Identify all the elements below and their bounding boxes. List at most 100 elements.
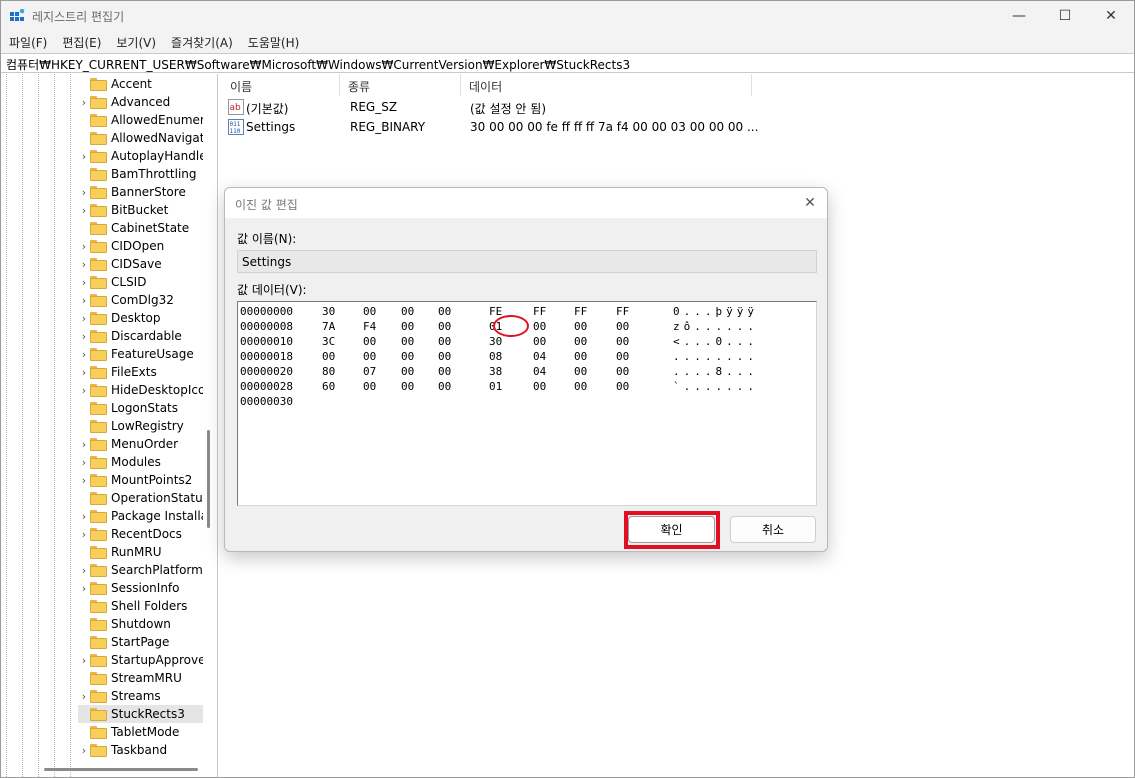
hex-byte[interactable]: 00 bbox=[533, 320, 546, 333]
chevron-right-icon[interactable]: › bbox=[78, 327, 90, 345]
hex-byte[interactable]: 00 bbox=[574, 335, 587, 348]
hex-byte[interactable]: 01 bbox=[489, 380, 502, 393]
hex-byte[interactable]: 08 bbox=[489, 350, 502, 363]
title-bar[interactable]: 레지스트리 편집기 — ☐ ✕ bbox=[1, 1, 1134, 31]
menu-help[interactable]: 도움말(H) bbox=[240, 31, 300, 53]
tree-item[interactable]: › AutoplayHandlers bbox=[78, 147, 203, 165]
hex-byte[interactable]: 00 bbox=[616, 350, 629, 363]
tree-item[interactable]: › RecentDocs bbox=[78, 525, 203, 543]
hex-byte[interactable]: 00 bbox=[616, 335, 629, 348]
chevron-right-icon[interactable]: › bbox=[78, 435, 90, 453]
chevron-right-icon[interactable]: › bbox=[78, 345, 90, 363]
tree-item[interactable]: › Modules bbox=[78, 453, 203, 471]
hex-byte[interactable]: 00 bbox=[401, 305, 414, 318]
tree-item[interactable]: StreamMRU bbox=[78, 669, 203, 687]
tree-item[interactable]: LowRegistry bbox=[78, 417, 203, 435]
column-header-data[interactable]: 데이터 bbox=[461, 74, 752, 96]
tree-item[interactable]: › Package Installation bbox=[78, 507, 203, 525]
tree-vertical-scrollbar[interactable] bbox=[207, 430, 210, 528]
tree-item[interactable]: StuckRects3 bbox=[78, 705, 203, 723]
hex-byte[interactable]: 00 bbox=[363, 305, 376, 318]
maximize-button[interactable]: ☐ bbox=[1042, 1, 1088, 31]
hex-byte[interactable]: 30 bbox=[322, 305, 335, 318]
tree-item[interactable]: › Desktop bbox=[78, 309, 203, 327]
tree-item[interactable]: › BitBucket bbox=[78, 201, 203, 219]
list-row-default[interactable]: ab (기본값) REG_SZ (값 설정 안 됨) bbox=[222, 98, 1134, 118]
tree-item[interactable]: › Taskband bbox=[78, 741, 203, 759]
menu-view[interactable]: 보기(V) bbox=[108, 31, 156, 53]
chevron-right-icon[interactable]: › bbox=[78, 201, 90, 219]
chevron-right-icon[interactable]: › bbox=[78, 687, 90, 705]
hex-byte[interactable]: FF bbox=[533, 305, 546, 318]
chevron-right-icon[interactable]: › bbox=[78, 561, 90, 579]
hex-byte[interactable]: 00 bbox=[438, 350, 451, 363]
hex-byte[interactable]: 00 bbox=[322, 350, 335, 363]
hex-byte[interactable]: 00 bbox=[574, 365, 587, 378]
hex-byte[interactable]: 00 bbox=[363, 350, 376, 363]
tree-item[interactable]: › MountPoints2 bbox=[78, 471, 203, 489]
hex-byte[interactable]: 00 bbox=[438, 380, 451, 393]
hex-byte[interactable]: 00 bbox=[574, 320, 587, 333]
hex-editor[interactable]: 00000000 30 00 00 00 FE FF FF FF 0...þÿÿÿ 00000008… bbox=[237, 301, 817, 506]
chevron-right-icon[interactable]: › bbox=[78, 237, 90, 255]
hex-byte[interactable]: 80 bbox=[322, 365, 335, 378]
hex-byte[interactable]: 00 bbox=[574, 380, 587, 393]
tree-item[interactable]: › HideDesktopIcons bbox=[78, 381, 203, 399]
hex-byte[interactable]: 60 bbox=[322, 380, 335, 393]
list-row-settings[interactable]: 011 110 Settings REG_BINARY 30 00 00 00 … bbox=[222, 118, 1134, 138]
tree-item[interactable]: Shell Folders bbox=[78, 597, 203, 615]
minimize-button[interactable]: — bbox=[996, 1, 1042, 31]
tree-item[interactable]: AllowedNavigation bbox=[78, 129, 203, 147]
hex-byte[interactable]: 00 bbox=[616, 320, 629, 333]
tree-item[interactable]: › ComDlg32 bbox=[78, 291, 203, 309]
tree-item[interactable]: › Streams bbox=[78, 687, 203, 705]
hex-byte[interactable]: 04 bbox=[533, 365, 546, 378]
chevron-right-icon[interactable]: › bbox=[78, 471, 90, 489]
key-tree-pane[interactable]: Accent › Advanced AllowedEnumeration Allowed… bbox=[1, 74, 218, 777]
hex-byte[interactable]: 00 bbox=[401, 380, 414, 393]
cancel-button[interactable]: 취소 bbox=[730, 516, 816, 543]
hex-byte[interactable]: F4 bbox=[363, 320, 376, 333]
close-button[interactable]: ✕ bbox=[1088, 1, 1134, 31]
tree-item[interactable]: AllowedEnumeration bbox=[78, 111, 203, 129]
chevron-right-icon[interactable]: › bbox=[78, 453, 90, 471]
tree-item[interactable]: StartPage bbox=[78, 633, 203, 651]
tree-item[interactable]: › FeatureUsage bbox=[78, 345, 203, 363]
chevron-right-icon[interactable]: › bbox=[78, 291, 90, 309]
dialog-title-bar[interactable]: 이진 값 편집 ✕ bbox=[225, 188, 827, 218]
hex-byte[interactable]: 07 bbox=[363, 365, 376, 378]
tree-item[interactable]: › Discardable bbox=[78, 327, 203, 345]
chevron-right-icon[interactable]: › bbox=[78, 525, 90, 543]
chevron-right-icon[interactable]: › bbox=[78, 183, 90, 201]
tree-item[interactable]: › CIDSave bbox=[78, 255, 203, 273]
menu-favorites[interactable]: 즐겨찾기(A) bbox=[163, 31, 233, 53]
chevron-right-icon[interactable]: › bbox=[78, 273, 90, 291]
hex-byte[interactable]: FF bbox=[574, 305, 587, 318]
tree-item[interactable]: › CLSID bbox=[78, 273, 203, 291]
menu-file[interactable]: 파일(F) bbox=[1, 31, 47, 53]
hex-byte[interactable]: 00 bbox=[401, 335, 414, 348]
tree-item[interactable]: › BannerStore bbox=[78, 183, 203, 201]
tree-item[interactable]: TabletMode bbox=[78, 723, 203, 741]
hex-byte[interactable]: 3C bbox=[322, 335, 335, 348]
tree-item[interactable]: › MenuOrder bbox=[78, 435, 203, 453]
hex-byte[interactable]: 00 bbox=[401, 320, 414, 333]
hex-byte[interactable]: 00 bbox=[616, 365, 629, 378]
hex-byte[interactable]: 00 bbox=[438, 335, 451, 348]
hex-byte[interactable]: 00 bbox=[574, 350, 587, 363]
tree-item[interactable]: BamThrottling bbox=[78, 165, 203, 183]
tree-item[interactable]: › SearchPlatform bbox=[78, 561, 203, 579]
hex-byte[interactable]: 00 bbox=[533, 380, 546, 393]
hex-byte[interactable]: 00 bbox=[401, 365, 414, 378]
hex-byte[interactable]: 30 bbox=[489, 335, 502, 348]
chevron-right-icon[interactable]: › bbox=[78, 741, 90, 759]
hex-byte[interactable]: 7A bbox=[322, 320, 335, 333]
tree-item[interactable]: OperationStatusManager bbox=[78, 489, 203, 507]
dialog-close-button[interactable]: ✕ bbox=[799, 193, 821, 213]
chevron-right-icon[interactable]: › bbox=[78, 579, 90, 597]
tree-item[interactable]: › FileExts bbox=[78, 363, 203, 381]
menu-edit[interactable]: 편집(E) bbox=[54, 31, 101, 53]
address-path[interactable]: 컴퓨터₩HKEY_CURRENT_USER₩Software₩Microsoft… bbox=[6, 56, 630, 73]
tree-item[interactable]: Shutdown bbox=[78, 615, 203, 633]
chevron-right-icon[interactable]: › bbox=[78, 363, 90, 381]
